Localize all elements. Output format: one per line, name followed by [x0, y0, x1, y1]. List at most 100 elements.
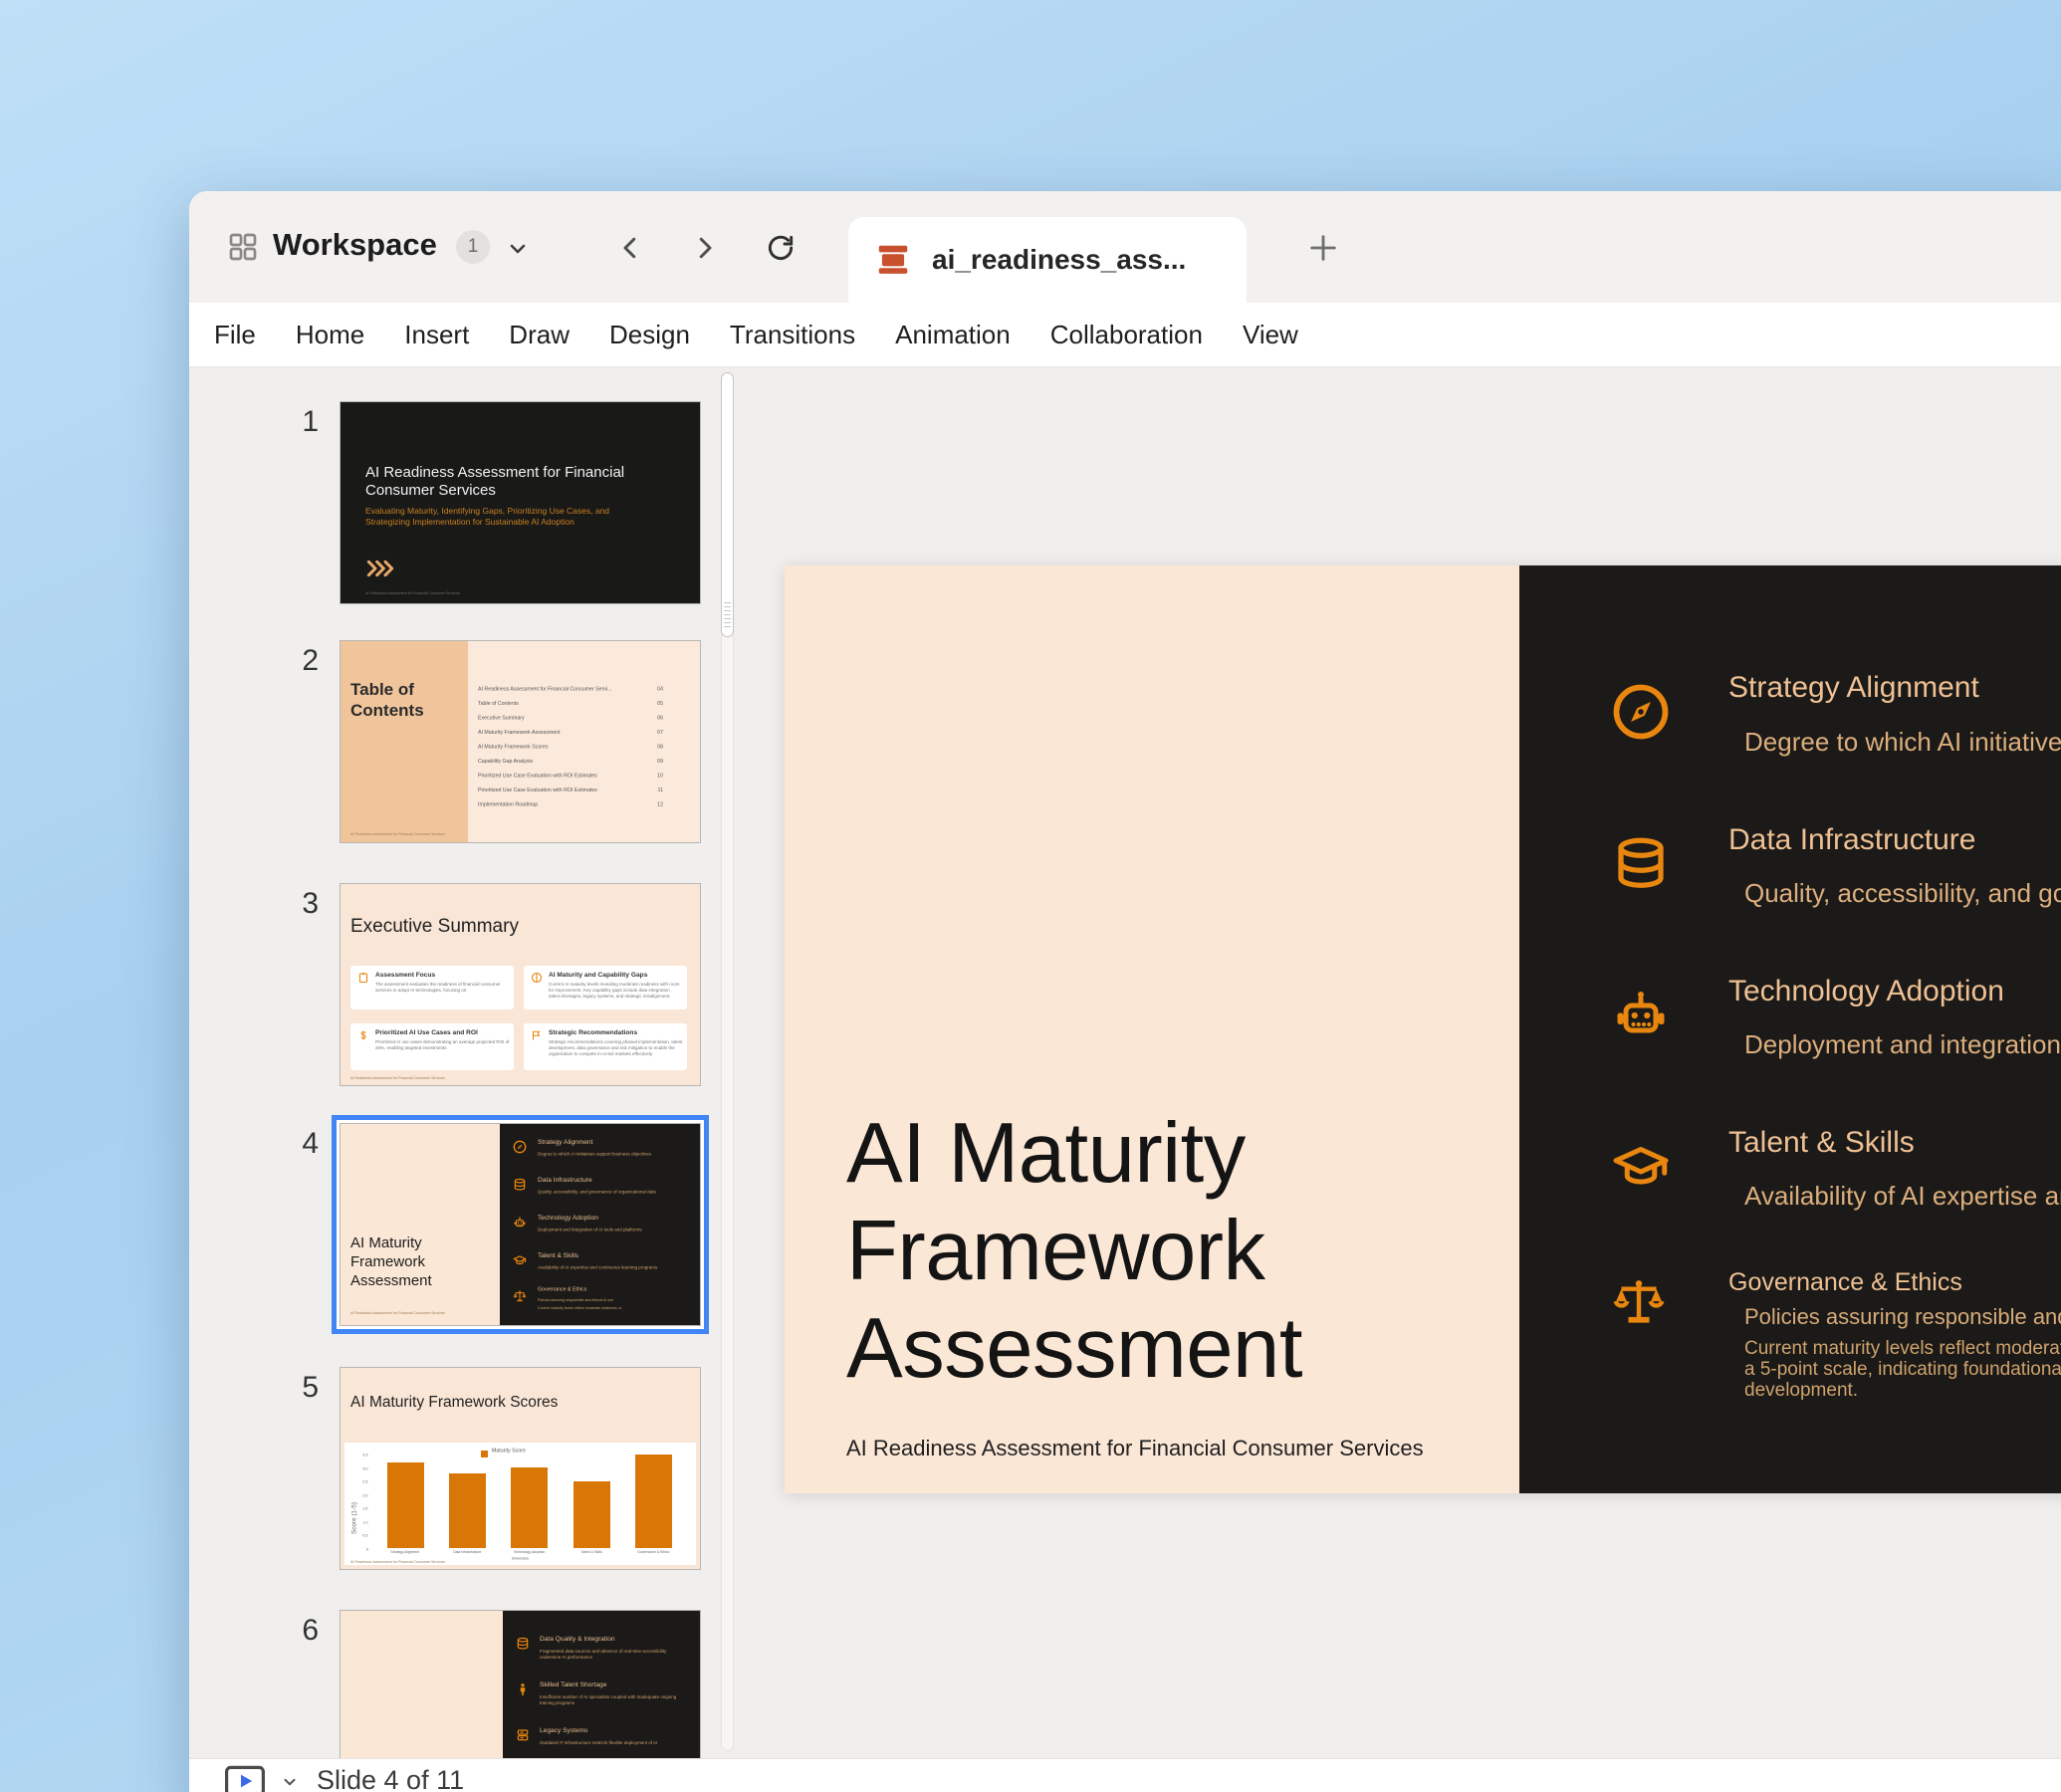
toc-row: Prioritized Use Case Evaluation with ROI…: [478, 773, 663, 787]
menu-view[interactable]: View: [1243, 320, 1298, 350]
y-tick-label: 1.5: [363, 1507, 368, 1509]
thumb6-left-panel: [341, 1611, 503, 1758]
slide-number-3: 3: [281, 887, 319, 921]
mini-chart: Maturity Score Score (1-5) 3.53.02.52.01…: [344, 1443, 696, 1565]
slide-number-2: 2: [281, 644, 319, 678]
legacy-systems-icon: [516, 1728, 530, 1742]
database-icon: [1611, 834, 1671, 894]
menu-draw[interactable]: Draw: [509, 320, 570, 350]
dimension-item[interactable]: Strategy Alignment: [1728, 671, 2061, 705]
dimension-desc[interactable]: Policies assuring responsible and ethica…: [1744, 1304, 2061, 1330]
dollar-icon: [357, 1029, 369, 1041]
thumb2-toc: AI Readiness Assessment for Financial Co…: [478, 686, 687, 816]
toc-row: AI Maturity Framework Scores08: [478, 744, 663, 759]
main-slide-canvas[interactable]: AI Maturity Framework Assessment AI Read…: [785, 565, 2061, 1493]
bar: [449, 1473, 486, 1548]
presentation-app-icon: [874, 241, 912, 279]
compass-icon: [513, 1140, 527, 1154]
document-tab[interactable]: ai_readiness_ass...: [848, 217, 1247, 303]
menu-home[interactable]: Home: [296, 320, 364, 350]
y-tick-label: 2.5: [363, 1480, 368, 1482]
menu-design[interactable]: Design: [609, 320, 690, 350]
slide-title[interactable]: AI Maturity Framework Assessment: [846, 1105, 1302, 1398]
bar: [635, 1455, 672, 1548]
dimension-desc[interactable]: Availability of AI expertise and continu…: [1744, 1181, 2061, 1212]
thumbnail-scrollbar-thumb[interactable]: [721, 372, 734, 637]
dimension-desc[interactable]: Degree to which AI initiatives support b…: [1744, 727, 2061, 758]
database-icon: [516, 1637, 530, 1651]
y-tick-label: 2.0: [363, 1494, 368, 1496]
menu-animation[interactable]: Animation: [895, 320, 1011, 350]
dimension-item[interactable]: Technology Adoption: [1728, 975, 2061, 1008]
toc-row: AI Maturity Framework Assessment07: [478, 730, 663, 745]
slide-number-6: 6: [281, 1614, 319, 1648]
summary-card: AI Maturity and Capability Gaps Current …: [524, 966, 687, 1009]
menu-file[interactable]: File: [214, 320, 256, 350]
graduation-cap-icon: [513, 1253, 527, 1267]
y-tick-label: 0.5: [363, 1535, 368, 1537]
summary-card: Strategic Recommendations Strategic reco…: [524, 1023, 687, 1070]
legend-label: Maturity Score: [492, 1448, 526, 1454]
statusbar: Slide 4 of 11: [189, 1758, 2061, 1792]
mini-chart-bars: [374, 1455, 685, 1548]
toc-row: AI Readiness Assessment for Financial Co…: [478, 686, 663, 701]
app-window: Workspace 1 ai_readiness_ass... File Hom…: [189, 191, 2061, 1792]
dimension-desc[interactable]: Deployment and integration of AI tools a…: [1744, 1029, 2061, 1060]
thumb1-title: AI Readiness Assessment for Financial Co…: [365, 464, 684, 500]
person-icon: [516, 1682, 530, 1696]
slideshow-play-icon[interactable]: [223, 1765, 267, 1792]
dimension-desc[interactable]: Quality, accessibility, and governance o…: [1744, 878, 2061, 909]
slide-thumbnail-1[interactable]: AI Readiness Assessment for Financial Co…: [340, 401, 701, 604]
clipboard-icon: [357, 972, 369, 984]
slide-number-4: 4: [281, 1127, 319, 1161]
y-tick-label: 0: [366, 1548, 368, 1550]
dimension-item[interactable]: Talent & Skills: [1728, 1126, 2061, 1160]
robot-icon: [1611, 986, 1671, 1045]
thumb3-title: Executive Summary: [350, 916, 519, 938]
dimension-item[interactable]: Data Infrastructure: [1728, 823, 2061, 857]
flag-icon: [531, 1029, 543, 1041]
toc-rows: AI Readiness Assessment for Financial Co…: [478, 686, 663, 816]
bar: [511, 1467, 548, 1548]
toc-row: Table of Contents05: [478, 701, 663, 716]
y-tick-label: 3.0: [363, 1467, 368, 1469]
slide-thumbnail-2[interactable]: Table of Contents AI Readiness Assessmen…: [340, 640, 701, 843]
bar: [573, 1481, 610, 1548]
slideshow-chevron-down-icon[interactable]: [281, 1773, 299, 1791]
bar: [387, 1462, 424, 1548]
chevrons-icon: [365, 558, 395, 579]
slide-left-section: AI Maturity Framework Assessment AI Read…: [785, 565, 1519, 1493]
y-tick-label: 3.5: [363, 1454, 368, 1456]
slide-number-1: 1: [281, 405, 319, 439]
slide-thumbnail-5[interactable]: AI Maturity Framework Scores Maturity Sc…: [340, 1367, 701, 1570]
workspace-grid-icon[interactable]: [227, 231, 259, 263]
menu-collaboration[interactable]: Collaboration: [1050, 320, 1203, 350]
menu-transitions[interactable]: Transitions: [730, 320, 855, 350]
content-area: 1 2 3 4 5 6 AI Readiness Assessment for …: [189, 367, 2061, 1758]
slide-dark-section: Strategy Alignment Degree to which AI in…: [1519, 565, 2061, 1493]
slide-number-5: 5: [281, 1371, 319, 1405]
gauge-icon: [531, 972, 543, 984]
slide-footer-text[interactable]: AI Readiness Assessment for Financial Co…: [846, 1436, 1424, 1461]
menu-insert[interactable]: Insert: [404, 320, 469, 350]
dimension-item[interactable]: Governance & Ethics: [1728, 1268, 2061, 1297]
graduation-cap-icon: [1611, 1137, 1671, 1197]
toc-row: Implementation Roadmap12: [478, 801, 663, 816]
slide-thumbnail-6[interactable]: Data Quality & IntegrationFragmented dat…: [340, 1610, 701, 1758]
thumb2-left-panel: [341, 641, 468, 842]
menubar: File Home Insert Draw Design Transitions…: [189, 303, 2061, 367]
governance-note[interactable]: Current maturity levels reflect moderate…: [1744, 1338, 2061, 1401]
toc-row: Prioritized Use Case Evaluation with ROI…: [478, 787, 663, 802]
robot-icon: [513, 1216, 527, 1230]
back-icon[interactable]: [615, 233, 645, 263]
slide-thumbnail-4-selected[interactable]: AI Maturity Framework Assessment AI Read…: [340, 1123, 701, 1326]
forward-icon[interactable]: [690, 233, 720, 263]
workspace-label[interactable]: Workspace: [273, 227, 437, 263]
workspace-chevron-down-icon[interactable]: [506, 237, 530, 261]
slide-thumbnail-3[interactable]: Executive Summary Assessment Focus The a…: [340, 883, 701, 1086]
scales-icon: [513, 1289, 527, 1303]
database-icon: [513, 1178, 527, 1192]
new-tab-plus-icon[interactable]: [1306, 231, 1340, 265]
refresh-icon[interactable]: [765, 232, 797, 264]
thumb6-dark-panel: Data Quality & IntegrationFragmented dat…: [503, 1611, 700, 1758]
